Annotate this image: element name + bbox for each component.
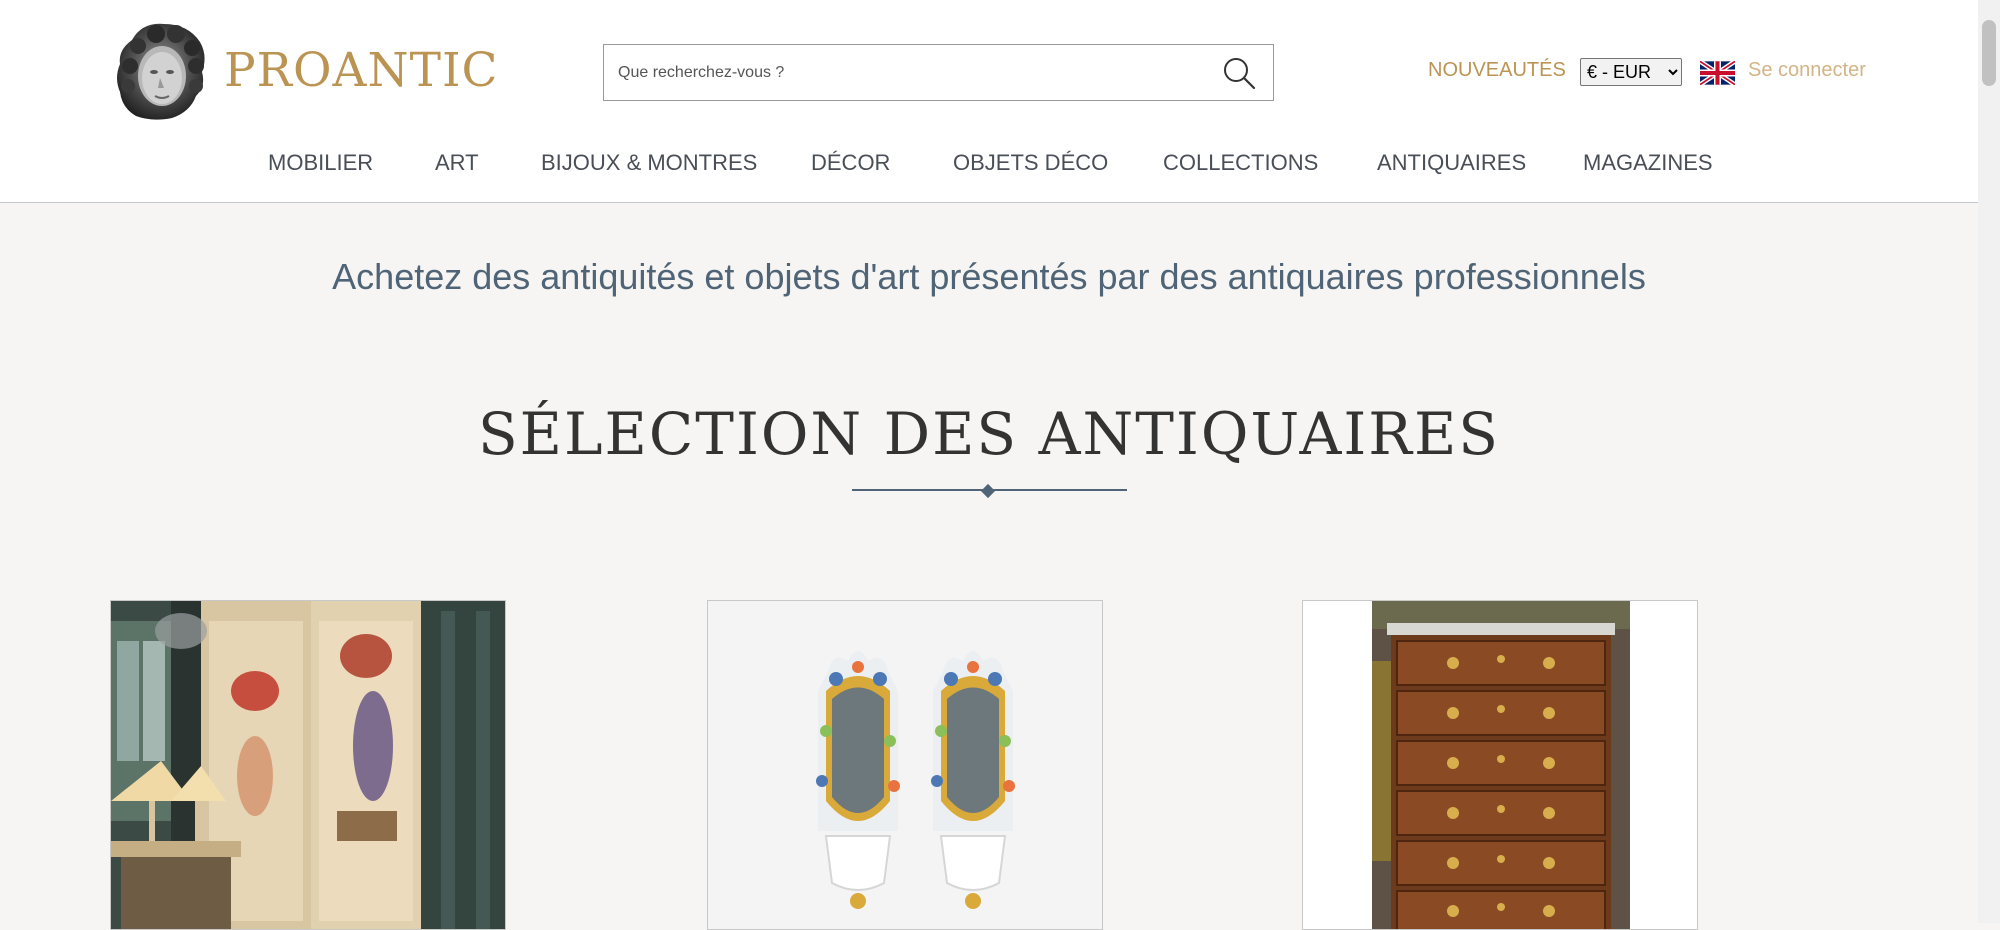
painted-panels-photo xyxy=(111,601,505,929)
main-nav: MOBILIER ART BIJOUX & MONTRES DÉCOR OBJE… xyxy=(0,150,1978,180)
nav-item-mobilier[interactable]: MOBILIER xyxy=(268,150,373,176)
section-title: SÉLECTION DES ANTIQUAIRES xyxy=(477,400,1501,468)
logo-bust-icon[interactable] xyxy=(112,20,210,122)
scrollbar-thumb[interactable] xyxy=(1982,20,1996,86)
search-icon[interactable] xyxy=(1221,55,1257,91)
product-card-porcelain-sconces[interactable] xyxy=(707,600,1103,930)
porcelain-mirror-sconces-photo xyxy=(708,601,1102,929)
login-link[interactable]: Se connecter xyxy=(1748,59,1866,82)
search-input[interactable] xyxy=(616,58,1200,88)
nav-item-magazines[interactable]: MAGAZINES xyxy=(1583,150,1713,176)
nav-item-art[interactable]: ART xyxy=(435,150,479,176)
uk-flag-icon[interactable] xyxy=(1700,61,1735,85)
currency-select[interactable]: € - EUR xyxy=(1580,58,1682,86)
search-box xyxy=(603,44,1274,101)
site-header: PROANTIC NOUVEAUTÉS € - EUR Se connecter… xyxy=(0,0,1978,203)
nav-item-objets-deco[interactable]: OBJETS DÉCO xyxy=(953,150,1108,176)
product-card-painted-panels[interactable] xyxy=(110,600,506,930)
nouveautes-link[interactable]: NOUVEAUTÉS xyxy=(1428,59,1566,82)
title-divider-ornament xyxy=(980,483,996,499)
product-card-chest-of-drawers[interactable] xyxy=(1302,600,1698,930)
chest-of-drawers-photo xyxy=(1303,601,1697,929)
nav-item-collections[interactable]: COLLECTIONS xyxy=(1163,150,1318,176)
hero-tagline: Achetez des antiquités et objets d'art p… xyxy=(332,256,1646,297)
nav-item-bijoux-montres[interactable]: BIJOUX & MONTRES xyxy=(541,150,757,176)
page-scrollbar[interactable] xyxy=(1978,0,2000,923)
nav-item-decor[interactable]: DÉCOR xyxy=(811,150,890,176)
nav-item-antiquaires[interactable]: ANTIQUAIRES xyxy=(1377,150,1526,176)
site-logo-text[interactable]: PROANTIC xyxy=(224,43,499,98)
